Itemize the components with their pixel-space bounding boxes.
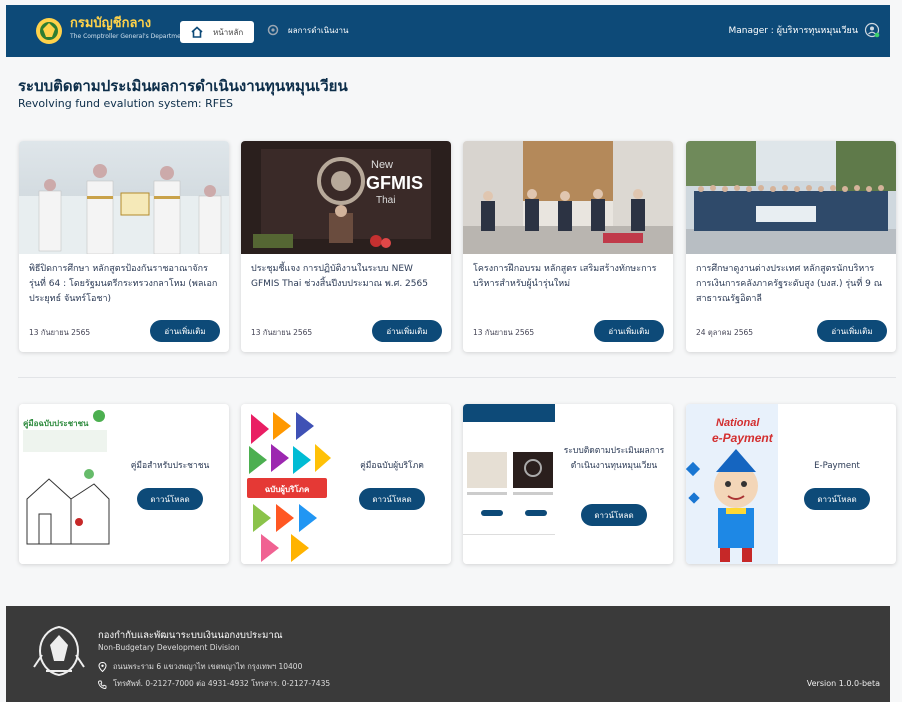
news-photo-gfmis: New GFMIS Thai: [241, 141, 451, 254]
download-button[interactable]: ดาวน์โหลด: [581, 504, 647, 526]
read-more-button[interactable]: อ่านเพิ่มเติม: [817, 320, 887, 342]
news-title: พิธีปิดการศึกษา หลักสูตรป้องกันราชอาณาจั…: [29, 264, 218, 304]
page-title: ระบบติดตามประเมินผลการดำเนินงานทุนหมุนเว…: [18, 77, 348, 95]
app-version: Version 1.0.0-beta: [806, 679, 880, 688]
footer-address-text: ถนนพระราม 6 แขวงพญาไท เขตพญาไท กรุงเทพฯ …: [113, 662, 303, 671]
doc-card[interactable]: ระบบติดตามประเมินผลการดำเนินงานทุนหมุนเว…: [463, 404, 673, 564]
gfmis-logo-text: GFMIS: [366, 173, 423, 193]
consumer-manual-cover: ฉบับผู้บริโภค: [241, 404, 333, 564]
cover-title-epayment: e-Payment: [712, 431, 774, 445]
download-button[interactable]: ดาวน์โหลด: [137, 488, 203, 510]
gfmis-thai-text: Thai: [376, 195, 395, 206]
footer-phone-text: โทรศัพท์. 0-2127-7000 ต่อ 4931-4932 โทรส…: [113, 679, 331, 688]
news-card[interactable]: พิธีปิดการศึกษา หลักสูตรป้องกันราชอาณาจั…: [19, 141, 229, 352]
nav-home-button[interactable]: หน้าหลัก: [180, 21, 254, 43]
rfes-manual-cover: [463, 404, 555, 564]
gear-icon: [267, 24, 279, 36]
garuda-logo: [36, 18, 62, 44]
read-more-button[interactable]: อ่านเพิ่มเติม: [372, 320, 442, 342]
download-button[interactable]: ดาวน์โหลด: [804, 488, 870, 510]
doc-card[interactable]: National e-Payment E-Payment ดาวน์โหลด: [686, 404, 896, 564]
read-more-button[interactable]: อ่านเพิ่มเติม: [594, 320, 664, 342]
news-photo-study-visit: [686, 141, 896, 254]
doc-card[interactable]: คู่มือฉบับประชาชน คู่มือสำหรับประชาชน ดา…: [19, 404, 229, 564]
gfmis-new-text: New: [371, 159, 393, 171]
epayment-manual-cover: National e-Payment: [686, 404, 778, 564]
page-subtitle: Revolving fund evalution system: RFES: [18, 97, 234, 110]
news-date: 13 กันยายน 2565: [29, 328, 91, 337]
home-icon: [191, 26, 203, 38]
user-avatar-icon: [864, 22, 880, 38]
read-more-button[interactable]: อ่านเพิ่มเติม: [150, 320, 220, 342]
news-date: 13 กันยายน 2565: [251, 328, 313, 337]
doc-label: E-Payment: [814, 461, 860, 471]
download-button[interactable]: ดาวน์โหลด: [359, 488, 425, 510]
citizen-manual-cover: คู่มือฉบับประชาชน: [19, 404, 111, 564]
footer-subtitle: Non-Budgetary Development Division: [98, 643, 240, 652]
footer-title: กองกำกับและพัฒนาระบบเงินนอกงบประมาณ: [98, 630, 283, 641]
brand-subtitle: The Comptroller General's Department: [70, 33, 187, 40]
cover-title: คู่มือฉบับประชาชน: [23, 418, 89, 429]
top-navbar: กรมบัญชีกลาง The Comptroller General's D…: [6, 5, 890, 57]
garuda-emblem-icon: [33, 625, 85, 677]
doc-label: คู่มือสำหรับประชาชน: [130, 461, 210, 471]
footer-phone: โทรศัพท์. 0-2127-7000 ต่อ 4931-4932 โทรส…: [98, 678, 330, 690]
footer: กองกำกับและพัฒนาระบบเงินนอกงบประมาณ Non-…: [6, 606, 890, 702]
news-title: โครงการฝึกอบรม หลักสูตร เสริมสร้างทักษะก…: [473, 264, 657, 289]
nav-results[interactable]: ผลการดำเนินงาน: [266, 23, 348, 37]
phone-icon: [98, 680, 107, 689]
doc-label: ระบบติดตามประเมินผลการดำเนินงานทุนหมุนเว…: [563, 446, 665, 471]
brand-title: กรมบัญชีกลาง: [70, 16, 152, 31]
doc-card[interactable]: ฉบับผู้บริโภค คู่มือฉบับผู้บริโภค ดาวน์โ…: [241, 404, 451, 564]
news-card[interactable]: การศึกษาดูงานต่างประเทศ หลักสูตรนักบริหา…: [686, 141, 896, 352]
location-pin-icon: [98, 662, 107, 672]
news-date: 24 ตุลาคม 2565: [696, 328, 754, 337]
news-photo-training: [463, 141, 673, 254]
brand[interactable]: กรมบัญชีกลาง The Comptroller General's D…: [70, 16, 187, 41]
news-card[interactable]: New GFMIS Thai ประชุมชี้แจง การปฏิบัติงา…: [241, 141, 451, 352]
news-title: การศึกษาดูงานต่างประเทศ หลักสูตรนักบริหา…: [696, 264, 883, 304]
user-label: Manager : ผู้บริหารทุนหมุนเวียน: [728, 26, 858, 36]
user-menu[interactable]: Manager : ผู้บริหารทุนหมุนเวียน: [728, 22, 880, 38]
news-card[interactable]: โครงการฝึกอบรม หลักสูตร เสริมสร้างทักษะก…: [463, 141, 673, 352]
section-divider: [18, 377, 896, 378]
cover-title-national: National: [716, 417, 760, 429]
news-date: 13 กันยายน 2565: [473, 328, 535, 337]
news-photo-ceremony: [19, 141, 229, 254]
news-title: ประชุมชี้แจง การปฏิบัติงานในระบบ NEW GFM…: [251, 264, 428, 289]
nav-home-label: หน้าหลัก: [213, 27, 244, 37]
doc-label: คู่มือฉบับผู้บริโภค: [360, 461, 424, 471]
footer-address: ถนนพระราม 6 แขวงพญาไท เขตพญาไท กรุงเทพฯ …: [98, 661, 302, 673]
nav-results-label: ผลการดำเนินงาน: [288, 25, 349, 35]
cover-title: ฉบับผู้บริโภค: [265, 484, 310, 495]
